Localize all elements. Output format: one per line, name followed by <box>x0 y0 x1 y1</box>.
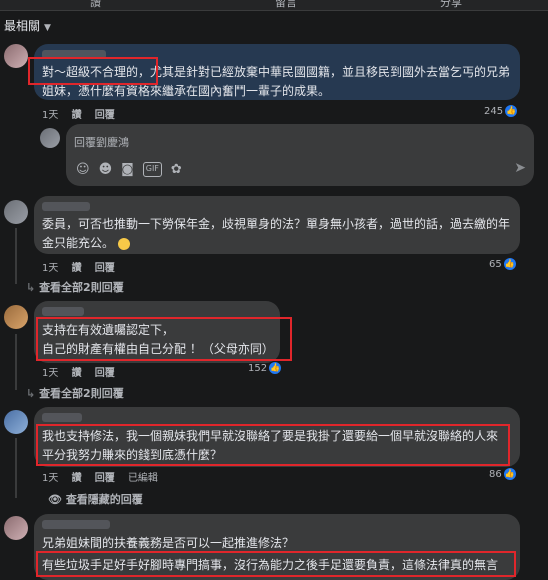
avatar <box>40 128 60 148</box>
like-action[interactable]: 讚 <box>90 0 101 10</box>
sort-label: 最相關 <box>4 19 41 33</box>
comment-time[interactable]: 1天 <box>42 110 58 121</box>
edited-label[interactable]: 已編輯 <box>128 473 158 484</box>
reaction-number: 86 <box>489 468 502 480</box>
reply-tools: ☺ ☻ ◙ GIF ✿ <box>76 162 182 177</box>
view-replies-label: 查看隱藏的回覆 <box>65 493 143 506</box>
highlight-box <box>36 551 516 577</box>
share-action[interactable]: 分享 <box>440 0 462 10</box>
send-icon[interactable]: ➤ <box>514 160 526 176</box>
commenter-name[interactable] <box>42 413 82 422</box>
view-replies-link[interactable]: ↳ 查看全部2則回覆 <box>26 385 124 401</box>
reaction-count[interactable]: 152 👍 <box>248 362 282 374</box>
sticker-icon[interactable]: ☺ <box>76 162 90 177</box>
comment-time[interactable]: 1天 <box>42 263 58 274</box>
highlight-box <box>36 424 510 466</box>
like-icon: 👍 <box>269 362 282 374</box>
commenter-name[interactable] <box>42 520 110 529</box>
avatar[interactable] <box>4 410 28 434</box>
eye-icon: 👁 <box>48 493 62 506</box>
view-replies-link[interactable]: ↳ 查看全部2則回覆 <box>26 279 124 295</box>
chevron-down-icon: ▼ <box>44 23 51 33</box>
comment-meta: 1天 讚 回覆 <box>42 364 125 379</box>
comment-text: 委員，可否也推動一下勞保年金，歧視單身的法？單身無小孩者，過世的話，過去繳的年金… <box>42 217 511 250</box>
reaction-count[interactable]: 65 👍 <box>489 258 516 270</box>
comment-meta: 1天 讚 回覆 <box>42 106 125 121</box>
reply-input[interactable]: 回覆劉慶鴻 ☺ ☻ ◙ GIF ✿ ➤ <box>66 124 534 186</box>
avatar[interactable] <box>4 44 28 68</box>
avatar[interactable] <box>4 305 28 329</box>
gif-icon[interactable]: GIF <box>142 162 162 177</box>
like-icon: 👍 <box>505 105 518 117</box>
reply-arrow-icon: ↳ <box>26 387 36 400</box>
thread-line <box>15 228 17 284</box>
comment-meta: 1天 讚 回覆 已編輯 <box>42 469 168 484</box>
camera-icon[interactable]: ◙ <box>121 162 134 177</box>
reply-link[interactable]: 回覆 <box>95 263 115 274</box>
thread-line <box>15 438 17 498</box>
reply-placeholder: 回覆劉慶鴻 <box>74 136 129 149</box>
sort-dropdown[interactable]: 最相關 ▼ <box>4 17 51 34</box>
avatar[interactable] <box>4 200 28 224</box>
comment-time[interactable]: 1天 <box>42 368 58 379</box>
thread-line <box>15 334 17 390</box>
highlight-box <box>36 317 292 361</box>
emoji-icon[interactable]: ☻ <box>99 162 113 177</box>
comment-meta: 1天 讚 回覆 <box>42 259 125 274</box>
like-link[interactable]: 讚 <box>72 473 82 484</box>
reaction-count[interactable]: 86 👍 <box>489 468 516 480</box>
post-action-bar: 讚 留言 分享 <box>0 0 548 11</box>
view-hidden-replies-link[interactable]: 👁 查看隱藏的回覆 <box>48 491 143 507</box>
reply-link[interactable]: 回覆 <box>95 110 115 121</box>
avatar-sticker-icon[interactable]: ✿ <box>171 162 182 177</box>
comment-time[interactable]: 1天 <box>42 473 58 484</box>
view-replies-label: 查看全部2則回覆 <box>39 281 124 294</box>
view-replies-label: 查看全部2則回覆 <box>39 387 124 400</box>
commenter-name[interactable] <box>42 202 90 211</box>
reply-arrow-icon: ↳ <box>26 281 36 294</box>
like-link[interactable]: 讚 <box>72 368 82 379</box>
avatar[interactable] <box>4 516 28 540</box>
like-link[interactable]: 讚 <box>72 263 82 274</box>
reaction-count[interactable]: 245 👍 <box>484 105 518 117</box>
like-link[interactable]: 讚 <box>72 110 82 121</box>
like-icon: 👍 <box>503 258 516 270</box>
reply-link[interactable]: 回覆 <box>95 368 115 379</box>
reply-link[interactable]: 回覆 <box>95 473 115 484</box>
reaction-number: 65 <box>489 258 502 270</box>
reaction-number: 152 <box>248 362 268 374</box>
comment-bubble: 委員，可否也推動一下勞保年金，歧視單身的法？單身無小孩者，過世的話，過去繳的年金… <box>34 196 520 254</box>
comment-action[interactable]: 留言 <box>275 0 297 10</box>
like-icon: 👍 <box>503 468 516 480</box>
commenter-name[interactable] <box>42 307 84 316</box>
highlight-box <box>28 57 158 85</box>
reaction-number: 245 <box>484 105 504 117</box>
sweat-smile-emoji-icon <box>117 237 130 250</box>
